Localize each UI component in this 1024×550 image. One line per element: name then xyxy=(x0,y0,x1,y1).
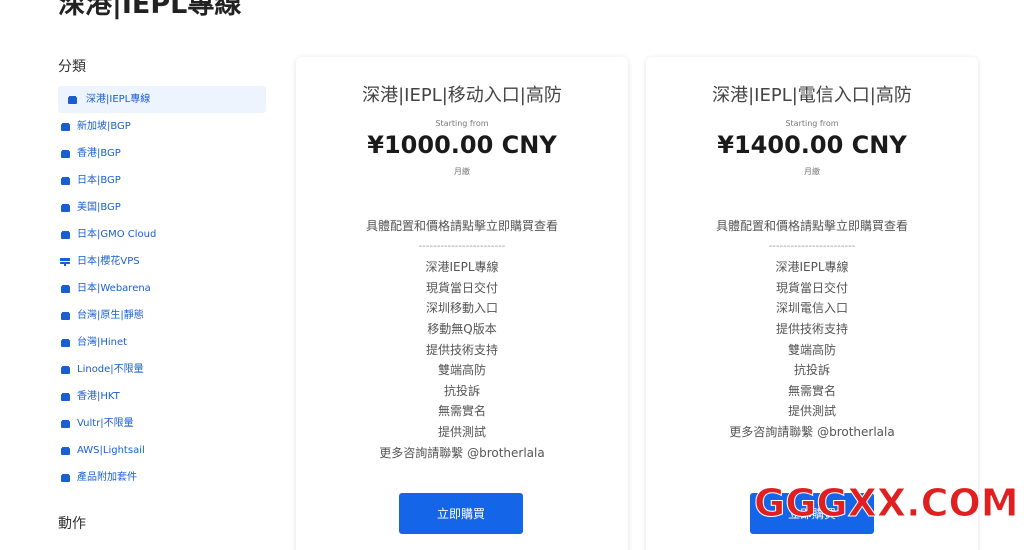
description-line: 提供技術支持 xyxy=(775,321,848,336)
billing-cycle: 月繳 xyxy=(454,167,470,176)
product-card: 深港|IEPL|電信入口|高防 Starting from ¥1400.00 C… xyxy=(646,57,978,550)
description-line: 無需實名 xyxy=(787,383,836,398)
description-line: 雙端高防 xyxy=(787,342,836,357)
sidebar-item-label: 新加坡|BGP xyxy=(77,121,131,132)
box-icon xyxy=(60,284,70,293)
sidebar-item-japan-sakura-vps[interactable]: 日本|櫻花VPS xyxy=(58,248,266,275)
description-line: 提供測試 xyxy=(437,424,486,439)
description-line: 現貨當日交付 xyxy=(425,280,498,295)
box-icon xyxy=(60,473,70,482)
description-line: 抗投訴 xyxy=(443,383,480,398)
sidebar-item-japan-webarena[interactable]: 日本|Webarena xyxy=(58,275,266,302)
description-line: 深港IEPL專線 xyxy=(775,260,849,275)
sidebar-item-product-addons[interactable]: 產品附加套件 xyxy=(58,464,266,491)
sidebar-item-label: Linode|不限量 xyxy=(77,364,144,375)
sidebar-item-singapore-bgp[interactable]: 新加坡|BGP xyxy=(58,113,266,140)
sidebar-heading-actions: 動作 xyxy=(58,516,86,532)
sidebar-item-label: 台灣|Hinet xyxy=(77,337,128,348)
description-separator: ------------------------ xyxy=(768,240,856,252)
sidebar-item-label: 日本|Webarena xyxy=(77,283,151,294)
sidebar-item-label: Vultr|不限量 xyxy=(77,418,134,429)
box-icon xyxy=(60,446,70,455)
description-line: 深港IEPL專線 xyxy=(425,260,499,275)
sidebar-item-vultr-unlimited[interactable]: Vultr|不限量 xyxy=(58,410,266,437)
sidebar-item-label: 日本|GMO Cloud xyxy=(77,229,157,240)
sidebar-item-japan-bgp[interactable]: 日本|BGP xyxy=(58,167,266,194)
product-description: 具體配置和價格請點擊立即購買查看 -----------------------… xyxy=(646,216,978,443)
box-icon xyxy=(60,122,70,131)
server-icon xyxy=(60,257,70,266)
box-icon xyxy=(60,149,70,158)
billing-cycle: 月繳 xyxy=(804,167,820,176)
sidebar-list: 深港|IEPL專線 新加坡|BGP 香港|BGP 日本|BGP 美国|BGP 日… xyxy=(58,86,266,491)
description-line: 具體配置和價格請點擊立即購買查看 xyxy=(715,219,908,233)
sidebar: 分類 深港|IEPL專線 新加坡|BGP 香港|BGP 日本|BGP 美国|BG… xyxy=(58,56,266,535)
sidebar-item-label: 日本|BGP xyxy=(77,175,121,186)
description-line: 現貨當日交付 xyxy=(775,280,848,295)
description-line: 無需實名 xyxy=(437,404,486,419)
sidebar-item-label: 香港|BGP xyxy=(77,148,121,159)
price-starting-label: Starting from xyxy=(785,119,839,128)
sidebar-item-taiwan-hinet[interactable]: 台灣|Hinet xyxy=(58,329,266,356)
description-separator: ------------------------ xyxy=(418,240,506,252)
product-description: 具體配置和價格請點擊立即購買查看 -----------------------… xyxy=(296,216,628,463)
box-icon xyxy=(60,176,70,185)
box-icon xyxy=(60,203,70,212)
sidebar-item-japan-gmo-cloud[interactable]: 日本|GMO Cloud xyxy=(58,221,266,248)
sidebar-item-label: 深港|IEPL專線 xyxy=(86,94,151,105)
page-title: 深港|IEPL專線 xyxy=(58,0,242,20)
box-icon xyxy=(60,230,70,239)
sidebar-item-label: 日本|櫻花VPS xyxy=(77,256,140,267)
box-icon xyxy=(60,392,70,401)
product-card: 深港|IEPL|移动入口|高防 Starting from ¥1000.00 C… xyxy=(296,57,628,550)
watermark-logo: GGGXX.COM xyxy=(754,481,1020,526)
sidebar-item-sz-hk-iepl[interactable]: 深港|IEPL專線 xyxy=(58,86,266,113)
description-line: 抗投訴 xyxy=(793,363,830,378)
product-price: ¥1000.00 CNY xyxy=(367,131,557,159)
description-line: 具體配置和價格請點擊立即購買查看 xyxy=(365,219,558,233)
box-icon xyxy=(60,311,70,320)
description-line: 雙端高防 xyxy=(437,363,486,378)
description-line: 移動無Q版本 xyxy=(427,321,497,336)
description-line: 更多咨詢請聯繫 @brotherlala xyxy=(379,445,545,460)
sidebar-item-aws-lightsail[interactable]: AWS|Lightsail xyxy=(58,437,266,464)
sidebar-item-usa-bgp[interactable]: 美国|BGP xyxy=(58,194,266,221)
buy-now-button[interactable]: 立即購買 xyxy=(399,493,523,534)
description-line: 提供技術支持 xyxy=(425,342,498,357)
product-price: ¥1400.00 CNY xyxy=(717,131,907,159)
sidebar-item-label: 美国|BGP xyxy=(77,202,121,213)
description-line: 深圳移動入口 xyxy=(425,301,498,316)
sidebar-heading-categories: 分類 xyxy=(58,59,86,75)
sidebar-item-label: 產品附加套件 xyxy=(77,472,137,483)
price-starting-label: Starting from xyxy=(435,119,489,128)
sidebar-item-label: 台灣|原生|靜態 xyxy=(77,310,144,321)
sidebar-item-label: AWS|Lightsail xyxy=(77,445,145,456)
box-icon xyxy=(60,419,70,428)
product-title: 深港|IEPL|移动入口|高防 xyxy=(362,85,562,106)
description-line: 更多咨詢請聯繫 @brotherlala xyxy=(729,424,895,439)
box-icon xyxy=(67,95,77,104)
description-line: 深圳電信入口 xyxy=(775,301,848,316)
sidebar-item-hongkong-hkt[interactable]: 香港|HKT xyxy=(58,383,266,410)
description-line: 提供測試 xyxy=(787,404,836,419)
sidebar-item-taiwan-native-static[interactable]: 台灣|原生|靜態 xyxy=(58,302,266,329)
sidebar-item-label: 香港|HKT xyxy=(77,391,120,402)
sidebar-item-hongkong-bgp[interactable]: 香港|BGP xyxy=(58,140,266,167)
product-title: 深港|IEPL|電信入口|高防 xyxy=(712,85,912,106)
box-icon xyxy=(60,338,70,347)
sidebar-item-linode-unlimited[interactable]: Linode|不限量 xyxy=(58,356,266,383)
box-icon xyxy=(60,365,70,374)
